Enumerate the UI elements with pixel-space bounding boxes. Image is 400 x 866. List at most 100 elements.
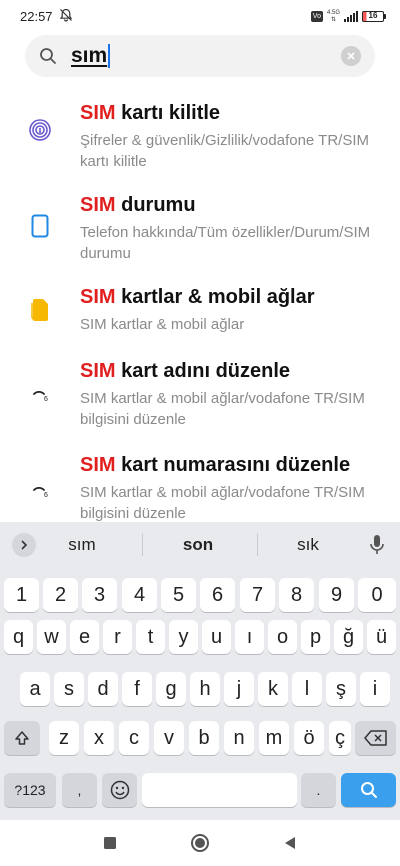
navigation-bar [0,820,400,866]
result-subtitle: Telefon hakkında/Tüm özellikler/Durum/SI… [80,224,371,262]
result-item-sim-lock[interactable]: SIM kartı kilitle Şifreler & güvenlik/Gi… [0,96,400,176]
suggestion-strip: sım son sık [0,522,400,568]
search-bar[interactable]: sım [25,35,375,77]
search-action-key[interactable] [341,773,396,807]
emoji-key[interactable] [102,773,137,807]
text-caret [108,44,111,68]
key-j[interactable]: j [224,672,254,706]
key-f[interactable]: f [122,672,152,706]
key-0[interactable]: 0 [358,578,396,612]
key-w[interactable]: w [37,620,66,654]
back-triangle-icon [285,837,295,849]
key-i[interactable]: i [360,672,390,706]
search-icon [39,47,57,65]
key-r[interactable]: r [103,620,132,654]
battery-level: 16 [362,10,384,22]
key-9[interactable]: 9 [319,578,354,612]
backspace-icon [363,730,387,746]
data-arrows-icon: ⇅ [330,16,336,23]
key-x[interactable]: x [84,721,114,755]
recents-button[interactable] [100,833,120,853]
key-3[interactable]: 3 [82,578,117,612]
period-key[interactable]: . [301,773,336,807]
search-input[interactable]: sım [71,44,111,68]
key-y[interactable]: y [169,620,198,654]
key-t[interactable]: t [136,620,165,654]
key-l[interactable]: l [292,672,322,706]
result-item-sim-cards[interactable]: SIM kartlar & mobil ağlar SIM kartlar & … [0,286,400,346]
result-subtitle: SIM kartlar & mobil ağlar [80,316,245,333]
battery-icon: 16 [362,10,386,22]
result-title: SIM kartlar & mobil ağlar [80,286,315,308]
sim-card-icon [28,298,52,322]
comma-key[interactable]: , [62,773,97,807]
key-1[interactable]: 1 [4,578,39,612]
key-a[interactable]: a [20,672,50,706]
backspace-key[interactable] [355,721,396,755]
back-button[interactable] [280,833,300,853]
key-k[interactable]: k [258,672,288,706]
result-item-sim-number[interactable]: 6 SIM kart numarasını düzenle SIM kartla… [0,454,400,524]
suggestion-3[interactable]: sık [258,535,358,555]
svg-text:6: 6 [44,396,48,403]
key-2[interactable]: 2 [43,578,78,612]
arrow-up-icon [15,731,29,745]
key-m[interactable]: m [259,721,289,755]
key-n[interactable]: n [224,721,254,755]
keyboard: sım son sık 1 2 3 4 5 6 7 8 9 0 q w e r … [0,522,400,820]
result-subtitle: Şifreler & güvenlik/Gizlilik/vodafone TR… [80,132,369,170]
key-e[interactable]: e [70,620,99,654]
key-4[interactable]: 4 [122,578,157,612]
key-u[interactable]: u [202,620,231,654]
key-z[interactable]: z [49,721,79,755]
key-u-umlaut[interactable]: ü [367,620,396,654]
emoji-icon [110,780,129,800]
microphone-icon[interactable] [364,532,390,558]
clear-button[interactable] [341,46,361,66]
result-item-sim-status[interactable]: SIM durumu Telefon hakkında/Tüm özellikl… [0,194,400,274]
volte-icon: Vo [310,10,323,22]
key-b[interactable]: b [189,721,219,755]
key-c-cedilla[interactable]: ç [329,721,351,755]
search-query: sım [71,44,108,67]
svg-text:6: 6 [44,492,48,499]
key-o[interactable]: o [268,620,297,654]
key-p[interactable]: p [301,620,330,654]
key-v[interactable]: v [154,721,184,755]
suggestion-2[interactable]: son [148,535,248,555]
phone-outline-icon [28,214,52,238]
key-c[interactable]: c [119,721,149,755]
result-subtitle: SIM kartlar & mobil ağlar/vodafone TR/SI… [80,484,365,522]
key-s-cedilla[interactable]: ş [326,672,356,706]
space-key[interactable] [142,773,297,807]
key-g[interactable]: g [156,672,186,706]
key-h[interactable]: h [190,672,220,706]
shift-key[interactable] [4,721,40,755]
key-q[interactable]: q [4,620,33,654]
key-7[interactable]: 7 [240,578,275,612]
search-icon [360,782,377,798]
key-g-breve[interactable]: ğ [334,620,363,654]
result-title: SIM kart numarasını düzenle [80,454,351,476]
loading-icon: 6 [28,384,52,408]
key-s[interactable]: s [54,672,84,706]
key-d[interactable]: d [88,672,118,706]
symbols-key[interactable]: ?123 [4,773,56,807]
result-title: SIM kart adını düzenle [80,360,291,382]
key-dotless-i[interactable]: ı [235,620,264,654]
result-title: SIM durumu [80,194,196,216]
bell-off-icon [59,8,73,25]
square-icon [104,837,116,849]
circle-icon [191,834,209,852]
result-title: SIM kartı kilitle [80,102,221,124]
home-button[interactable] [190,833,210,853]
loading-icon: 6 [28,480,52,504]
result-item-sim-name[interactable]: 6 SIM kart adını düzenle SIM kartlar & m… [0,360,400,440]
key-o-umlaut[interactable]: ö [294,721,324,755]
clock: 22:57 [20,8,53,24]
key-8[interactable]: 8 [279,578,314,612]
suggestion-1[interactable]: sım [32,535,132,555]
status-bar: 22:57 Vo 4.5G ⇅ 16 [0,0,400,32]
key-6[interactable]: 6 [200,578,235,612]
key-5[interactable]: 5 [161,578,196,612]
